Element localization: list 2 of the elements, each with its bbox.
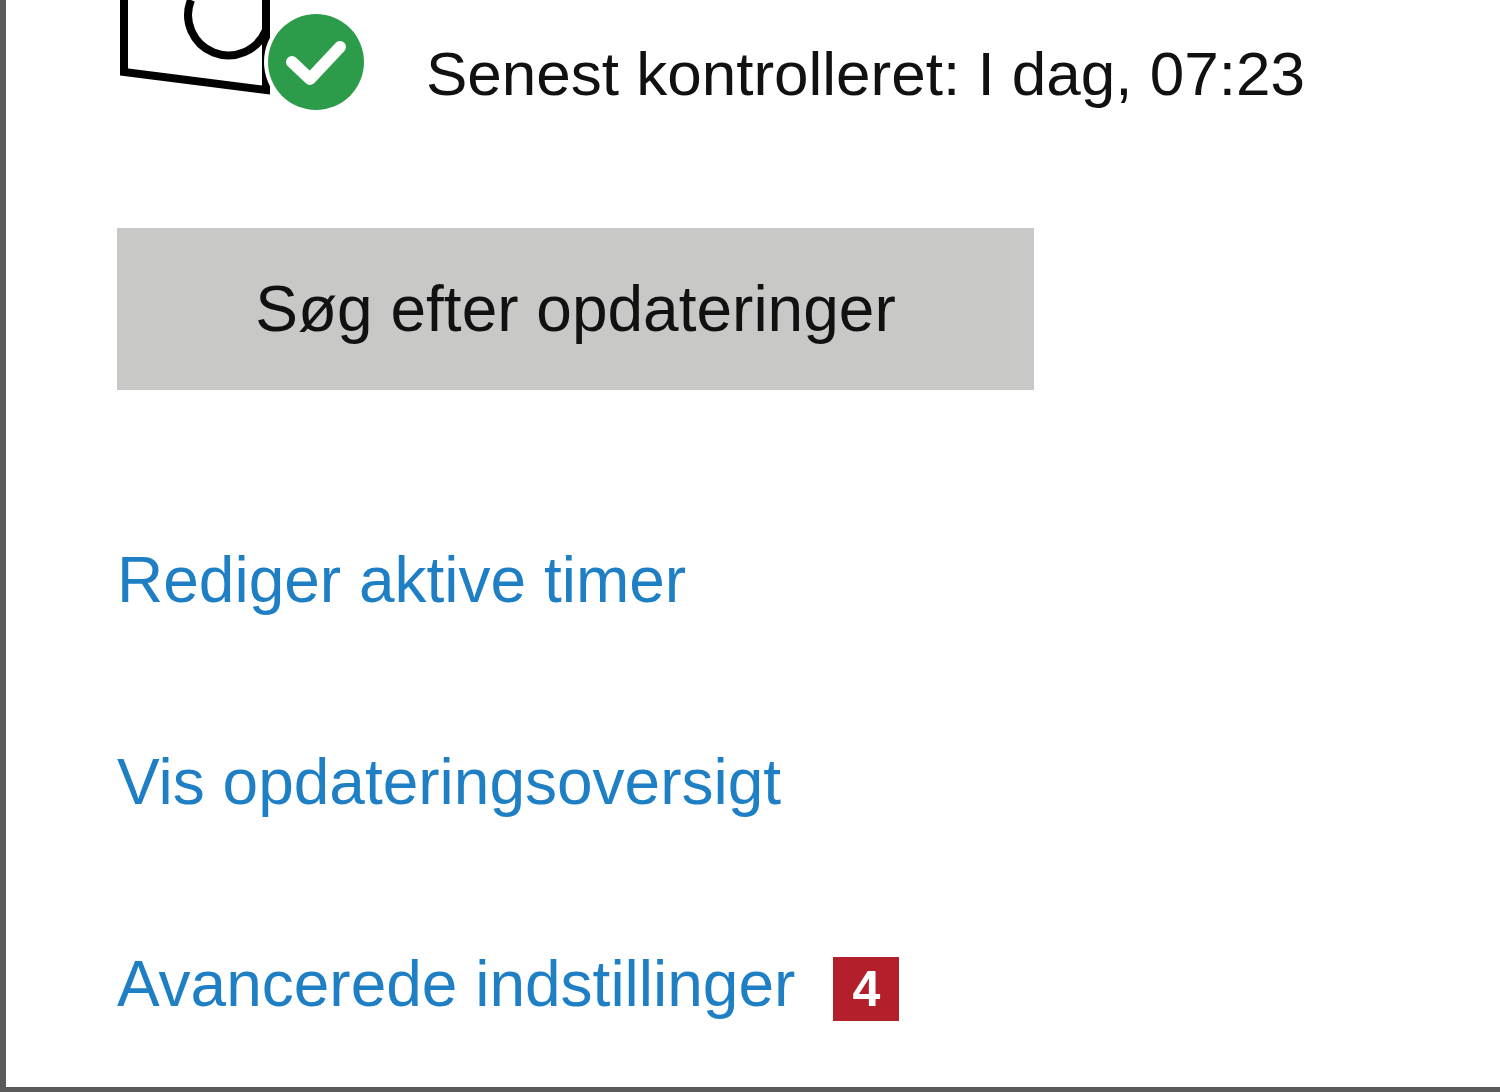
check-updates-button[interactable]: Søg efter opdateringer — [117, 228, 1034, 390]
number-badge: 4 — [833, 957, 900, 1021]
